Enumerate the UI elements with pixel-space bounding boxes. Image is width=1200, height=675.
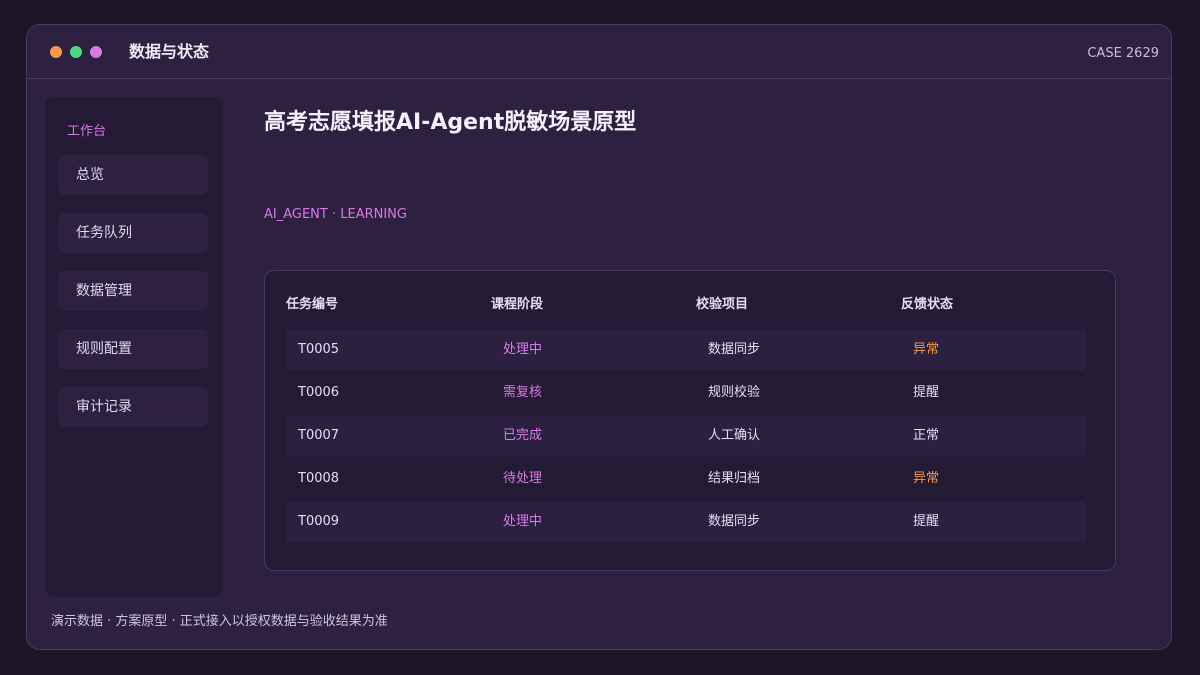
sidebar-item-data-management[interactable]: 数据管理 <box>58 271 208 311</box>
column-header-task-id: 任务编号 <box>286 297 339 312</box>
cell-course-stage: 处理中 <box>503 514 543 529</box>
case-id: CASE 2629 <box>1087 46 1159 61</box>
cell-course-stage: 需复核 <box>503 385 543 400</box>
cell-check-item: 结果归档 <box>708 471 761 486</box>
cell-feedback-status: 异常 <box>913 471 940 486</box>
cell-task-id: T0006 <box>298 385 340 400</box>
sidebar-item-rule-config[interactable]: 规则配置 <box>58 329 208 369</box>
sidebar-item-overview[interactable]: 总览 <box>58 155 208 195</box>
cell-check-item: 规则校验 <box>708 385 761 400</box>
cell-feedback-status: 提醒 <box>913 385 940 400</box>
table-row[interactable]: T0006 需复核 规则校验 提醒 <box>286 373 1086 413</box>
table-row[interactable]: T0009 处理中 数据同步 提醒 <box>286 502 1086 542</box>
table-row[interactable]: T0005 处理中 数据同步 异常 <box>286 330 1086 370</box>
app-window: 数据与状态 CASE 2629 工作台 总览 任务队列 数据管理 规则配置 审计… <box>26 24 1172 650</box>
app-title: 数据与状态 <box>129 42 210 61</box>
cell-feedback-status: 提醒 <box>913 514 940 529</box>
column-header-course-stage: 课程阶段 <box>491 297 544 312</box>
page-title: 高考志愿填报AI-Agent脱敏场景原型 <box>264 110 637 135</box>
cell-task-id: T0005 <box>298 342 340 357</box>
cell-check-item: 数据同步 <box>708 514 761 529</box>
cell-check-item: 人工确认 <box>708 428 761 443</box>
table-row[interactable]: T0007 已完成 人工确认 正常 <box>286 416 1086 456</box>
cell-feedback-status: 异常 <box>913 342 940 357</box>
cell-task-id: T0009 <box>298 514 340 529</box>
table-row[interactable]: T0008 待处理 结果归档 异常 <box>286 459 1086 499</box>
cell-course-stage: 已完成 <box>503 428 543 443</box>
cell-feedback-status: 正常 <box>913 428 940 443</box>
sidebar-item-audit-log[interactable]: 审计记录 <box>58 387 208 427</box>
footer-note: 演示数据 · 方案原型 · 正式接入以授权数据与验收结果为准 <box>51 614 388 629</box>
cell-course-stage: 处理中 <box>503 342 543 357</box>
minimize-window-dot[interactable] <box>90 46 102 58</box>
column-header-check-item: 校验项目 <box>696 297 749 312</box>
column-header-feedback-status: 反馈状态 <box>901 297 954 312</box>
cell-task-id: T0007 <box>298 428 340 443</box>
page-tagline: AI_AGENT · LEARNING <box>264 207 407 222</box>
maximize-window-dot[interactable] <box>70 46 82 58</box>
task-table: 任务编号 课程阶段 校验项目 反馈状态 T0005 处理中 数据同步 异常 T0… <box>264 270 1116 571</box>
close-window-dot[interactable] <box>50 46 62 58</box>
cell-task-id: T0008 <box>298 471 340 486</box>
sidebar-heading: 工作台 <box>67 124 107 139</box>
sidebar: 工作台 总览 任务队列 数据管理 规则配置 审计记录 <box>45 97 223 597</box>
cell-check-item: 数据同步 <box>708 342 761 357</box>
cell-course-stage: 待处理 <box>503 471 543 486</box>
sidebar-item-task-queue[interactable]: 任务队列 <box>58 213 208 253</box>
title-bar: 数据与状态 CASE 2629 <box>27 25 1171 79</box>
